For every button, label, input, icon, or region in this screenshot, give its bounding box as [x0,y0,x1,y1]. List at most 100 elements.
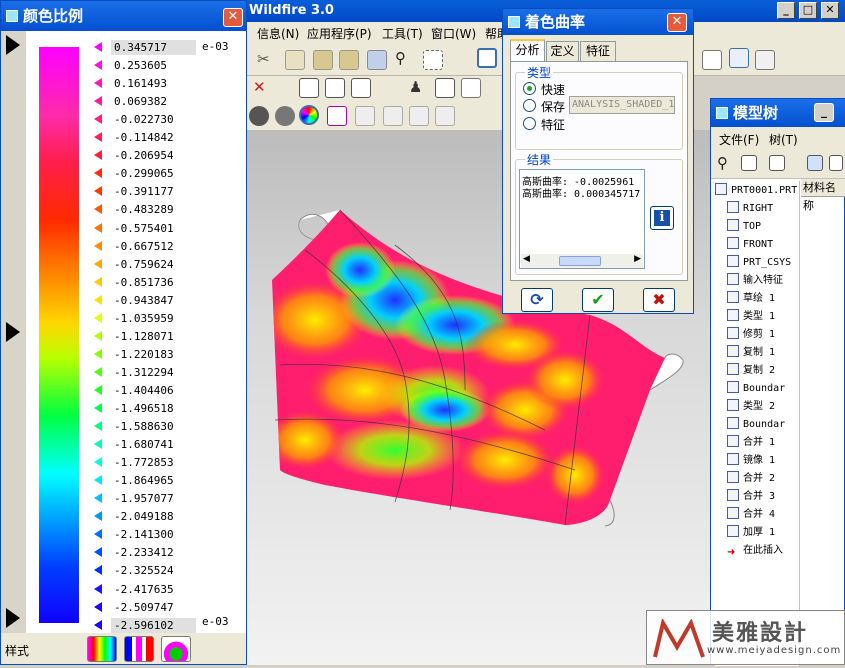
scale-tick-marker-icon[interactable] [94,583,102,594]
scale-tick-marker-icon[interactable] [94,529,102,540]
scale-tick-marker-icon[interactable] [94,96,102,107]
cut-icon[interactable]: ✂ [257,50,270,68]
result-text-area[interactable]: 高斯曲率: -0.0025961 高斯曲率: 0.000345717 ◀ ▶ [519,169,645,269]
scale-tick-marker-icon[interactable] [94,475,102,486]
shade-icon[interactable] [249,106,269,126]
minimize-button[interactable]: _ [777,2,795,19]
user-icon[interactable]: ♟ [409,78,422,96]
menu-applications[interactable]: 应用程序(P) [307,25,372,42]
tree-item[interactable]: 合并 3 [727,487,775,505]
tree-display-icon[interactable] [829,155,843,171]
scale-tick-marker-icon[interactable] [94,204,102,215]
scale-tick-marker-icon[interactable] [94,222,102,233]
banded-style-button[interactable] [124,636,154,662]
color-scale-title-bar[interactable]: 颜色比例 [1,1,246,31]
scale-tick-marker-icon[interactable] [94,348,102,359]
tree-item[interactable]: ➜ 在此插入 [727,541,783,559]
scale-tick-marker-icon[interactable] [94,258,102,269]
tab-feature[interactable]: 特征 [580,41,616,61]
scale-value-label[interactable]: -2.596102 [111,617,196,633]
copy-icon[interactable] [285,50,305,70]
curvature-dialog-close-button[interactable]: ✕ [667,13,687,32]
datum-curve-icon[interactable] [435,78,455,98]
info-button[interactable]: i [650,206,674,230]
repeat-analysis-button[interactable]: ⟳ [521,288,553,312]
scale-tick-marker-icon[interactable] [94,60,102,71]
paste-special-icon[interactable] [339,50,359,70]
measure-icon[interactable]: ✕ [253,78,266,96]
paste-icon[interactable] [313,50,333,70]
datum-plane-display-icon[interactable] [702,50,722,70]
contour-style-button[interactable] [161,636,191,662]
tree-item[interactable]: 复制 1 [727,343,775,361]
result-horizontal-scrollbar[interactable]: ◀ ▶ [521,254,643,268]
quick-radio[interactable] [523,82,536,95]
scroll-thumb[interactable] [559,256,601,266]
tree-item[interactable]: Boundar [727,379,785,397]
tree-item[interactable]: 类型 2 [727,397,775,415]
tree-columns-icon[interactable] [769,155,785,171]
scroll-right-icon[interactable]: ▶ [634,254,641,264]
trim-tool-icon[interactable] [355,106,375,126]
tree-item[interactable]: 镜像 1 [727,451,775,469]
scale-middle-pointer-icon[interactable] [6,322,20,342]
scale-tick-marker-icon[interactable] [94,457,102,468]
scale-tick-marker-icon[interactable] [94,511,102,522]
tree-item[interactable]: 合并 4 [727,505,775,523]
feature-radio[interactable] [523,117,536,130]
datum-csys-icon[interactable] [351,78,371,98]
scale-bottom-pointer-icon[interactable] [6,608,20,628]
curvature-dialog-title-bar[interactable]: 着色曲率 [503,9,693,35]
saved-radio[interactable] [523,99,536,112]
regenerate-icon[interactable] [367,50,387,70]
tree-item[interactable]: 修剪 1 [727,325,775,343]
scale-tick-marker-icon[interactable] [94,366,102,377]
model-tree-list[interactable]: PRT0001.PRT RIGHT TOP FRONT PRT_CSYS 输入特征 草绘 1… [715,181,800,666]
tree-item[interactable]: 草绘 1 [727,289,775,307]
quick-radio-label[interactable]: 快速 [541,81,565,98]
saved-radio-label[interactable]: 保存 [541,98,565,115]
scale-tick-marker-icon[interactable] [94,294,102,305]
curvature-analysis-icon[interactable] [299,105,319,125]
tab-definition[interactable]: 定义 [546,41,579,61]
scale-pointer-track[interactable] [1,31,26,633]
datum-axis-icon[interactable] [325,78,345,98]
scale-tick-marker-icon[interactable] [94,42,102,52]
tree-item[interactable]: 复制 2 [727,361,775,379]
scale-tick-marker-icon[interactable] [94,114,102,125]
menu-info[interactable]: 信息(N) [257,25,299,42]
model-tree-minimize-button[interactable]: _ [814,103,834,122]
hidden-line-icon[interactable] [275,106,295,126]
boundary-tool-icon[interactable] [435,106,455,126]
scale-tick-marker-icon[interactable] [94,168,102,179]
color-scale-close-button[interactable]: ✕ [223,8,243,27]
tree-settings-icon[interactable] [807,155,823,171]
sketch-tool-icon[interactable] [477,48,497,68]
layers-icon[interactable] [729,48,749,68]
scale-tick-marker-icon[interactable] [94,619,102,630]
tree-item[interactable]: PRT0001.PRT [715,181,797,199]
scale-tick-marker-icon[interactable] [94,439,102,450]
close-button[interactable]: ✕ [821,2,839,19]
scale-tick-marker-icon[interactable] [94,421,102,432]
menu-tools[interactable]: 工具(T) [382,25,423,42]
material-name-column-header[interactable]: 材料名称 [801,179,845,212]
tree-item[interactable]: Boundar [727,415,785,433]
tree-menu-tree[interactable]: 树(T) [769,131,798,148]
scale-tick-marker-icon[interactable] [94,493,102,504]
scale-tick-marker-icon[interactable] [94,240,102,251]
scale-tick-marker-icon[interactable] [94,547,102,558]
find-icon[interactable]: ⚲ [395,49,406,67]
extend-tool-icon[interactable] [409,106,429,126]
scale-tick-marker-icon[interactable] [94,330,102,341]
find-icon[interactable]: ⚲ [717,154,728,172]
spin-center-icon[interactable] [755,50,775,70]
scale-tick-marker-icon[interactable] [94,565,102,576]
scale-tick-marker-icon[interactable] [94,403,102,413]
tree-item[interactable]: 输入特征 [727,271,783,289]
maximize-button[interactable]: □ [799,2,817,19]
tree-item[interactable]: 类型 1 [727,307,775,325]
tree-item[interactable]: 合并 2 [727,469,775,487]
tree-item[interactable]: FRONT [727,235,773,253]
menu-window[interactable]: 窗口(W) [431,25,476,42]
